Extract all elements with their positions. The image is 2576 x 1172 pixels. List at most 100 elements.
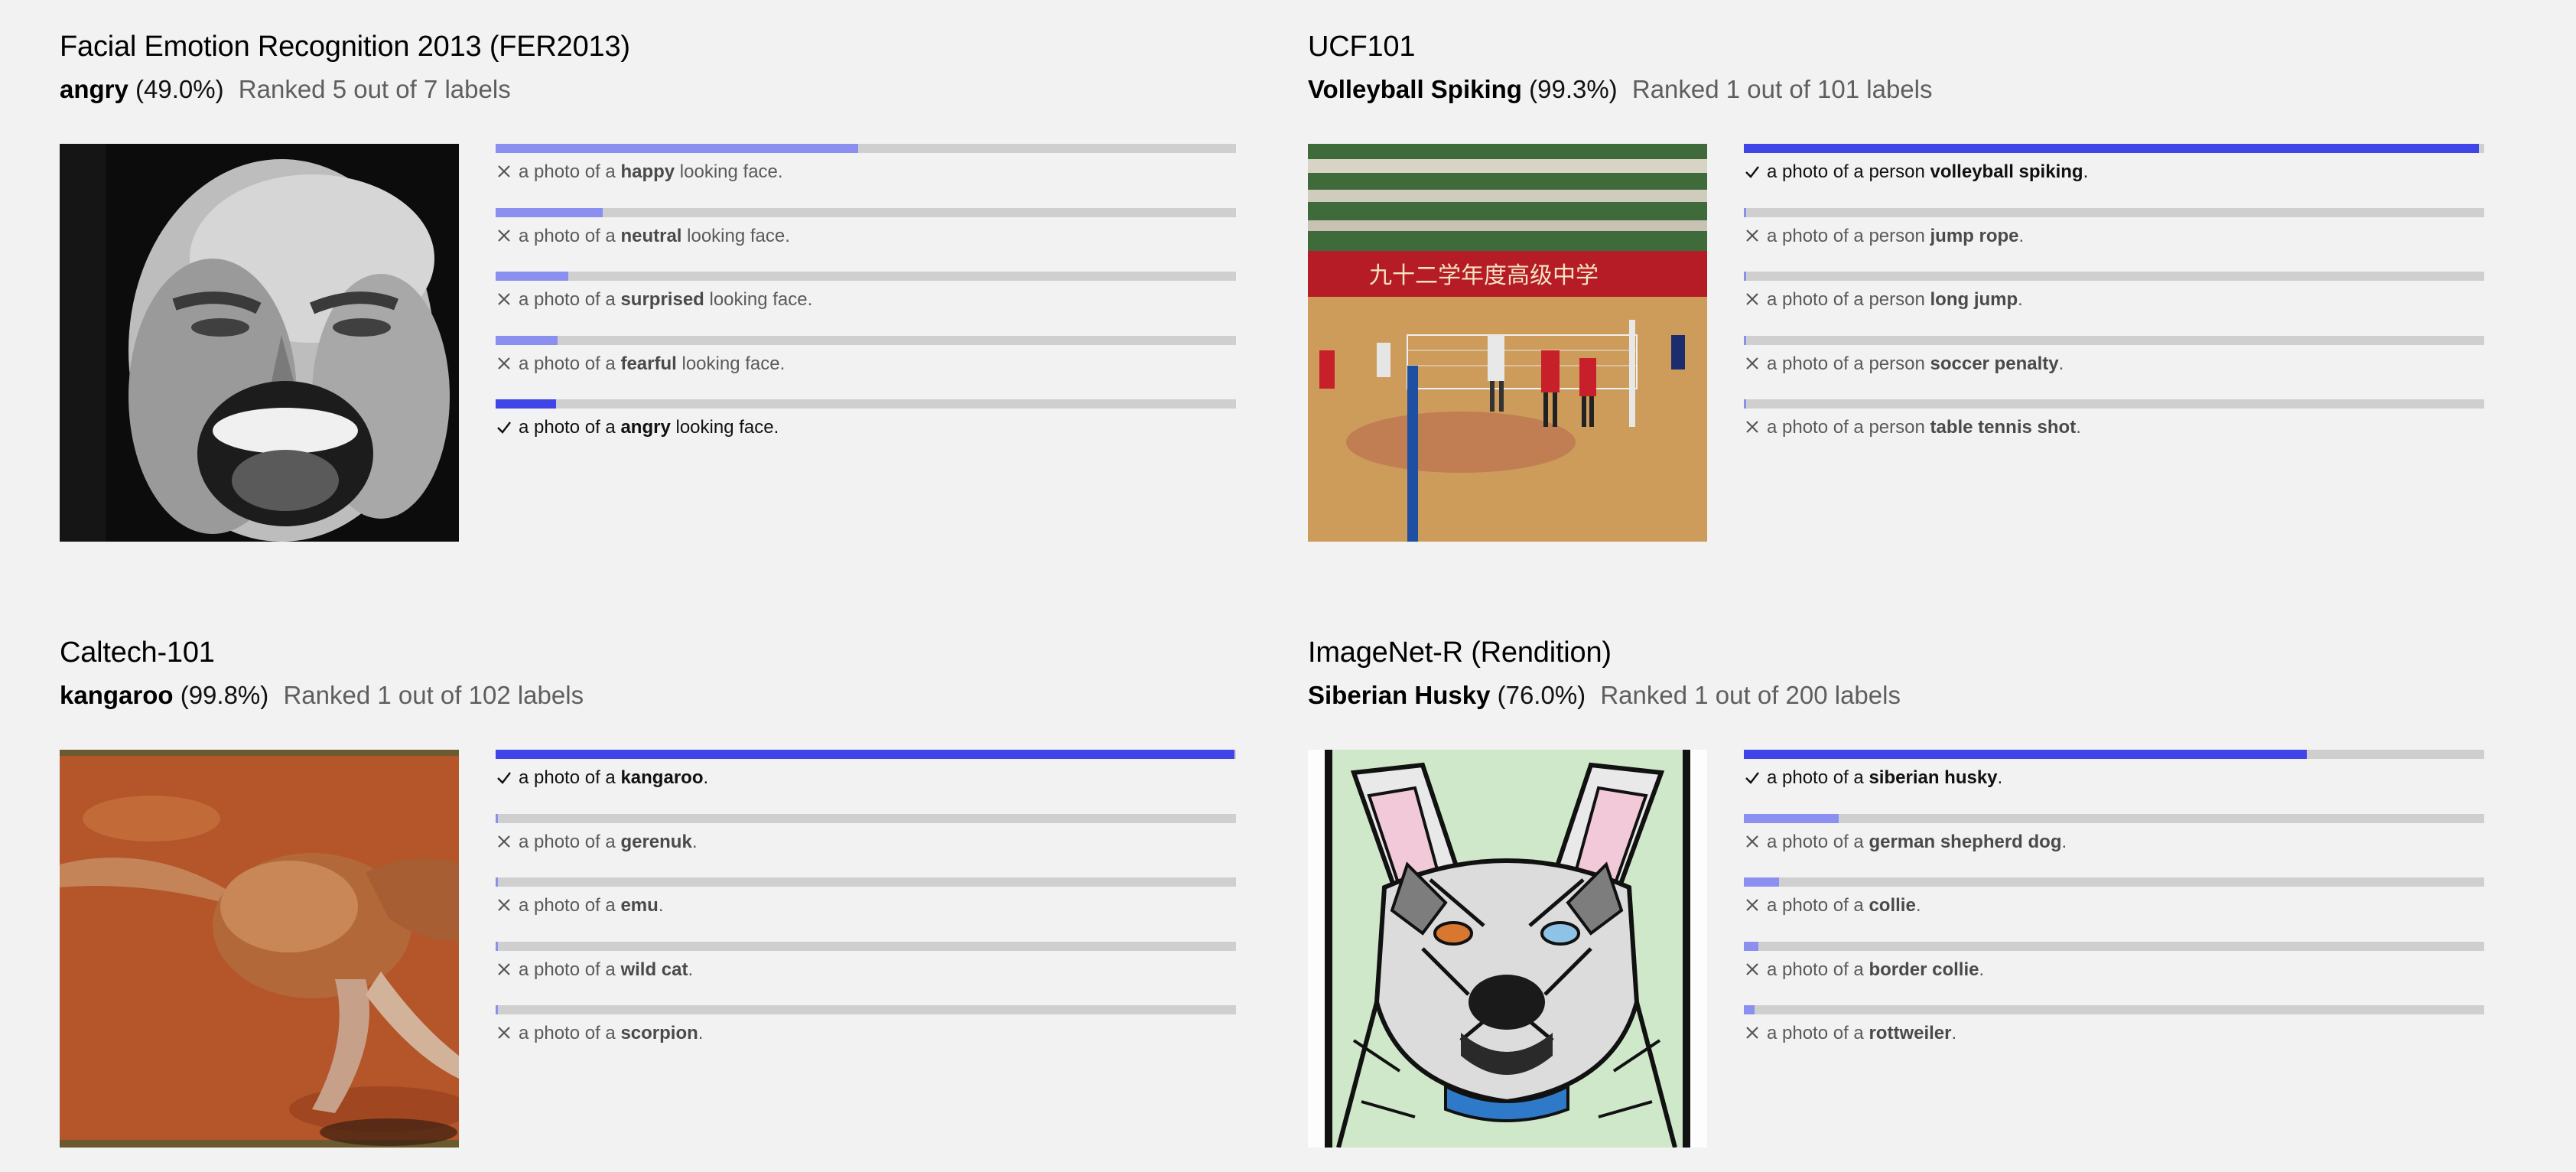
caption-prefix: a photo of a	[519, 1023, 621, 1043]
sample-image-husky	[1308, 750, 1707, 1148]
score-bar-track	[1744, 877, 2484, 887]
panel-caltech101: Caltech-101 kangaroo (99.8%) Ranked 1 ou…	[60, 629, 1253, 1172]
score-bar-track	[1744, 272, 2484, 281]
caption-prefix: a photo of a	[519, 289, 621, 310]
panel-title: UCF101	[1308, 31, 1416, 63]
label-caption: a photo of a person table tennis shot.	[1744, 415, 2081, 441]
caption-prefix: a photo of a	[1767, 1023, 1869, 1043]
score-bar-track	[1744, 399, 2484, 409]
score-bar-fill	[496, 877, 499, 887]
caption-prefix: a photo of a person	[1767, 417, 1930, 438]
label-row-correct: a photo of a siberian husky.	[1744, 750, 2486, 814]
label-row: a photo of a person soccer penalty.	[1744, 335, 2486, 400]
sample-image-volleyball: 九十二学年度高级中学	[1308, 144, 1707, 542]
score-bar-fill	[1744, 335, 1747, 345]
caption-suffix: looking face.	[704, 289, 813, 310]
cross-icon	[496, 961, 512, 978]
panel-prediction: angry (49.0%) Ranked 5 out of 7 labels	[60, 67, 511, 112]
svg-text:九十二学年度高级中学: 九十二学年度高级中学	[1369, 262, 1599, 289]
label-bars: a photo of a happy looking face. a photo…	[496, 144, 1238, 464]
label-row-correct: a photo of a kangaroo.	[496, 750, 1238, 814]
caption-label: rottweiler	[1869, 1023, 1952, 1043]
cross-icon	[496, 163, 512, 180]
label-caption: a photo of a person jump rope.	[1744, 223, 2024, 249]
score-bar-track	[496, 1005, 1236, 1014]
score-bar-fill	[496, 750, 1235, 759]
cross-icon	[1744, 1024, 1761, 1041]
caption-suffix: .	[1915, 895, 1921, 916]
caption-prefix: a photo of a	[519, 417, 621, 438]
caption-suffix: .	[2018, 289, 2023, 310]
score-bar-fill	[496, 399, 557, 409]
score-bar-track	[496, 272, 1236, 281]
panel-prediction: Siberian Husky (76.0%) Ranked 1 out of 2…	[1308, 673, 1901, 718]
label-bars: a photo of a person volleyball spiking. …	[1744, 144, 2486, 464]
cross-icon	[496, 897, 512, 913]
caption-label: scorpion	[620, 1023, 698, 1043]
caption-suffix: .	[2076, 417, 2081, 438]
panel-prediction: Volleyball Spiking (99.3%) Ranked 1 out …	[1308, 67, 1932, 112]
score-bar-fill	[1744, 877, 1780, 887]
check-icon	[496, 769, 512, 786]
caption-prefix: a photo of a	[1767, 767, 1869, 788]
caption-suffix: looking face.	[681, 225, 790, 246]
label-row-correct: a photo of a angry looking face.	[496, 399, 1238, 464]
top-label: kangaroo	[60, 681, 174, 709]
caption-suffix: .	[1951, 1023, 1957, 1043]
label-row: a photo of a german shepherd dog.	[1744, 813, 2486, 878]
score-bar-track	[1744, 750, 2484, 759]
label-row: a photo of a neutral looking face.	[496, 207, 1238, 272]
score-bar-track	[1744, 335, 2484, 345]
cross-icon	[496, 1024, 512, 1041]
panel-imagenet-r: ImageNet-R (Rendition) Siberian Husky (7…	[1308, 629, 2501, 1172]
panel-title: Caltech-101	[60, 636, 215, 669]
caption-label: neutral	[620, 225, 682, 246]
cross-icon	[1744, 897, 1761, 913]
label-caption: a photo of a wild cat.	[496, 957, 693, 983]
label-row: a photo of a collie.	[1744, 877, 2486, 942]
label-caption: a photo of a happy looking face.	[496, 159, 783, 185]
label-bars: a photo of a kangaroo. a photo of a gere…	[496, 750, 1238, 1069]
label-caption: a photo of a siberian husky.	[1744, 765, 2002, 791]
score-bar-track	[496, 941, 1236, 951]
caption-label: surprised	[620, 289, 704, 310]
label-row: a photo of a emu.	[496, 877, 1238, 942]
score-bar-track	[496, 750, 1236, 759]
top-percent: (49.0%)	[135, 75, 224, 103]
score-bar-track	[496, 399, 1236, 409]
caption-suffix: .	[1979, 959, 1985, 980]
rank-text: Ranked 5 out of 7 labels	[238, 75, 511, 103]
score-bar-fill	[1744, 813, 1839, 823]
caption-label: table tennis shot	[1930, 417, 2077, 438]
score-bar-fill	[1744, 272, 1747, 281]
caption-prefix: a photo of a	[519, 959, 621, 980]
page: Facial Emotion Recognition 2013 (FER2013…	[0, 0, 2576, 1172]
label-caption: a photo of a collie.	[1744, 893, 1921, 919]
cross-icon	[1744, 291, 1761, 308]
cross-icon	[496, 291, 512, 308]
caption-prefix: a photo of a	[519, 895, 621, 916]
label-caption: a photo of a emu.	[496, 893, 663, 919]
caption-prefix: a photo of a	[519, 225, 621, 246]
caption-suffix: .	[691, 831, 698, 852]
score-bar-track	[496, 813, 1236, 823]
score-bar-track	[1744, 941, 2484, 951]
label-caption: a photo of a gerenuk.	[496, 829, 698, 855]
label-row: a photo of a person jump rope.	[1744, 207, 2486, 272]
caption-suffix: .	[2058, 353, 2064, 374]
caption-suffix: .	[2018, 225, 2025, 246]
sample-image-kangaroo	[60, 750, 459, 1148]
cross-icon	[1744, 833, 1761, 850]
cross-icon	[496, 355, 512, 372]
label-caption: a photo of a person long jump.	[1744, 287, 2023, 313]
caption-label: emu	[620, 895, 659, 916]
label-caption: a photo of a fearful looking face.	[496, 351, 785, 377]
caption-prefix: a photo of a person	[1767, 225, 1930, 246]
caption-label: siberian husky	[1869, 767, 1998, 788]
caption-suffix: .	[658, 895, 664, 916]
cross-icon	[1744, 961, 1761, 978]
caption-label: volleyball spiking	[1930, 161, 2083, 182]
score-bar-track	[1744, 813, 2484, 823]
caption-suffix: .	[703, 767, 709, 788]
rank-text: Ranked 1 out of 200 labels	[1600, 681, 1901, 709]
